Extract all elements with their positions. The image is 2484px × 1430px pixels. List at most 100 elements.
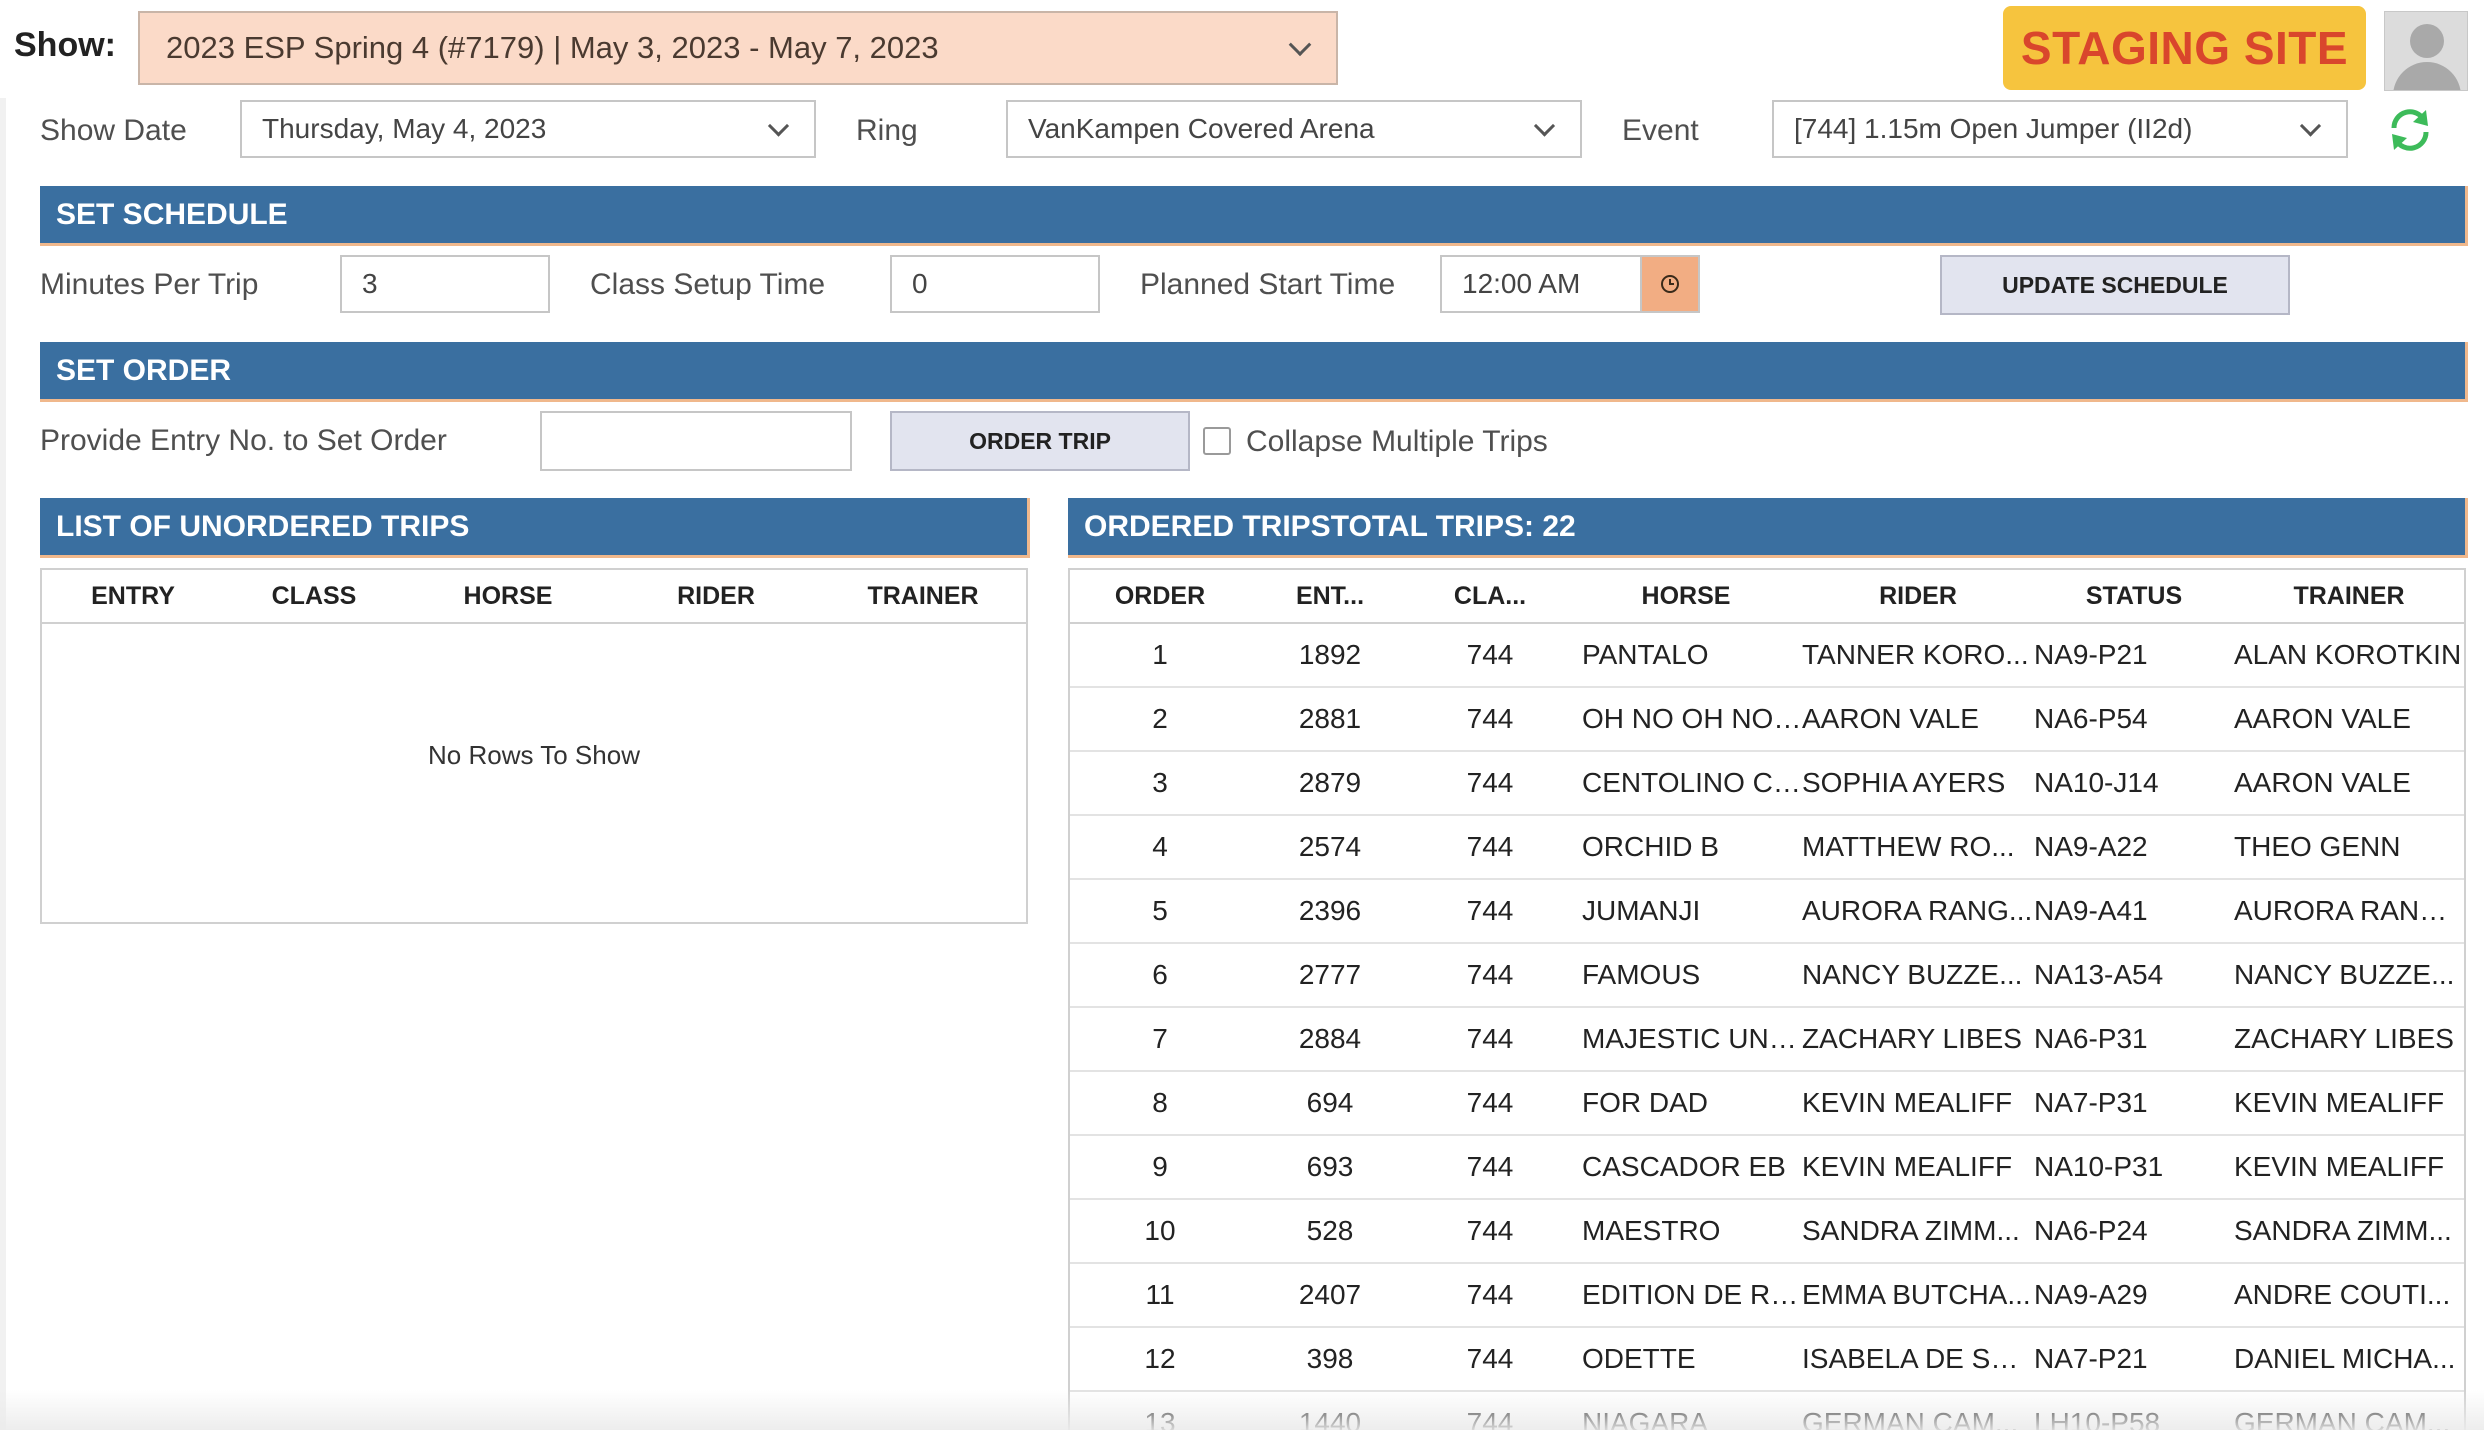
cell-class: 744 — [1466, 1215, 1514, 1246]
cell-rider: MATTHEW RO... — [1802, 831, 2015, 862]
cell-rider: NANCY BUZZE... — [1802, 959, 2023, 990]
staging-badge: STAGING SITE — [2003, 6, 2366, 90]
table-row[interactable]: 5 2396 744 JUMANJI AURORA RANG... NA9-A41 AURO… — [1070, 880, 2464, 944]
cell-order: 4 — [1152, 831, 1168, 862]
clock-button[interactable] — [1640, 255, 1700, 313]
table-row[interactable]: 6 2777 744 FAMOUS NANCY BUZZE... NA13-A54 NANC… — [1070, 944, 2464, 1008]
col-rider[interactable]: RIDER — [612, 582, 820, 611]
cell-order: 1 — [1152, 639, 1168, 670]
cell-horse: PANTALO — [1582, 639, 1709, 670]
cell-rider: KEVIN MEALIFF — [1802, 1087, 2013, 1118]
collapse-multiple-trips-checkbox[interactable] — [1203, 427, 1231, 455]
cell-status: NA9-P21 — [2034, 639, 2148, 670]
col-status[interactable]: STATUS — [2034, 582, 2234, 611]
cell-horse: JUMANJI — [1582, 895, 1701, 926]
cell-status: NA9-A22 — [2034, 831, 2148, 862]
no-rows-message: No Rows To Show — [428, 740, 640, 770]
cell-trainer: ZACHARY LIBES — [2234, 1023, 2454, 1054]
col-entry[interactable]: ENTRY — [42, 582, 224, 611]
ring-label: Ring — [856, 114, 918, 147]
cell-order: 7 — [1152, 1023, 1168, 1054]
cell-trainer: ANDRE COUTI... — [2234, 1279, 2451, 1310]
unordered-trips-grid: ENTRY CLASS HORSE RIDER TRAINER No Rows … — [40, 568, 1028, 924]
cell-status: NA6-P54 — [2034, 703, 2148, 734]
cell-trainer: AARON VALE — [2234, 767, 2411, 798]
cell-horse: CASCADOR EB — [1582, 1151, 1786, 1182]
event-label: Event — [1622, 114, 1699, 147]
cell-order: 2 — [1152, 703, 1168, 734]
cell-horse: ODETTE — [1582, 1343, 1696, 1374]
user-icon-body — [2393, 62, 2461, 90]
cell-trainer: KEVIN MEALIFF — [2234, 1151, 2445, 1182]
cell-rider: SANDRA ZIMM... — [1802, 1215, 2020, 1246]
show-date-select[interactable]: Thursday, May 4, 2023 — [240, 100, 816, 158]
cell-rider: TANNER KORO... — [1802, 639, 2029, 670]
cell-rider: AARON VALE — [1802, 703, 1979, 734]
planned-start-time-input[interactable]: 12:00 AM — [1440, 255, 1642, 313]
class-setup-time-input[interactable]: 0 — [890, 255, 1100, 313]
ring-value: VanKampen Covered Arena — [1028, 113, 1375, 144]
cell-entry: 398 — [1306, 1343, 1354, 1374]
cell-rider: ZACHARY LIBES — [1802, 1023, 2022, 1054]
table-row[interactable]: 3 2879 744 CENTOLINO CL... SOPHIA AYERS NA10-… — [1070, 752, 2464, 816]
order-trip-button[interactable]: ORDER TRIP — [890, 411, 1190, 471]
show-select[interactable]: 2023 ESP Spring 4 (#7179) | May 3, 2023 … — [138, 11, 1338, 85]
cell-status: NA7-P31 — [2034, 1087, 2148, 1118]
col-entry[interactable]: ENT... — [1250, 582, 1410, 611]
unordered-trips-header: LIST OF UNORDERED TRIPS — [40, 498, 1030, 558]
table-row[interactable]: 1 1892 744 PANTALO TANNER KORO... NA9-P21 ALAN… — [1070, 624, 2464, 688]
col-rider[interactable]: RIDER — [1802, 582, 2034, 611]
table-row[interactable]: 11 2407 744 EDITION DE RIV... EMMA BUTCHA...… — [1070, 1264, 2464, 1328]
cell-horse: FAMOUS — [1582, 959, 1701, 990]
table-row[interactable]: 7 2884 744 MAJESTIC UNO... ZACHARY LIBES NA6-… — [1070, 1008, 2464, 1072]
cell-entry: 2881 — [1298, 703, 1362, 734]
ordered-trips-grid: ORDER ENT... CLA... HORSE RIDER STATUS T… — [1068, 568, 2466, 1430]
clock-icon — [1661, 275, 1679, 293]
cell-class: 744 — [1466, 959, 1514, 990]
minutes-per-trip-value: 3 — [362, 268, 378, 299]
cell-status: NA9-A29 — [2034, 1279, 2148, 1310]
cell-class: 744 — [1466, 1279, 1514, 1310]
planned-start-time-value: 12:00 AM — [1462, 268, 1581, 299]
table-row[interactable]: 2 2881 744 OH NO OH NO ... AARON VALE NA6-P54… — [1070, 688, 2464, 752]
entry-no-input[interactable] — [540, 411, 852, 471]
user-icon-head — [2410, 24, 2444, 58]
cell-trainer: ALAN KOROTKIN — [2234, 639, 2462, 670]
ring-select[interactable]: VanKampen Covered Arena — [1006, 100, 1582, 158]
cell-horse: MAESTRO — [1582, 1215, 1721, 1246]
col-order[interactable]: ORDER — [1070, 582, 1250, 611]
set-order-header: SET ORDER — [40, 342, 2468, 402]
cell-entry: 2777 — [1298, 959, 1362, 990]
left-gutter — [0, 98, 6, 1430]
cell-rider: KEVIN MEALIFF — [1802, 1151, 2013, 1182]
cell-order: 3 — [1152, 767, 1168, 798]
table-row[interactable]: 4 2574 744 ORCHID B MATTHEW RO... NA9-A22 THEO… — [1070, 816, 2464, 880]
col-trainer[interactable]: TRAINER — [2234, 582, 2464, 611]
cell-trainer: SANDRA ZIMM... — [2234, 1215, 2452, 1246]
col-class[interactable]: CLA... — [1410, 582, 1570, 611]
table-row[interactable]: 9 693 744 CASCADOR EB KEVIN MEALIFF NA10-P31 K… — [1070, 1136, 2464, 1200]
cell-trainer: AARON VALE — [2234, 703, 2411, 734]
cell-class: 744 — [1466, 1023, 1514, 1054]
cell-order: 10 — [1144, 1215, 1176, 1246]
cell-class: 744 — [1466, 639, 1514, 670]
show-label: Show: — [14, 26, 116, 64]
col-class[interactable]: CLASS — [224, 582, 404, 611]
col-trainer[interactable]: TRAINER — [820, 582, 1026, 611]
cell-entry: 2396 — [1298, 895, 1362, 926]
update-schedule-button[interactable]: UPDATE SCHEDULE — [1940, 255, 2290, 315]
col-horse[interactable]: HORSE — [1570, 582, 1802, 611]
refresh-icon[interactable] — [2386, 106, 2434, 154]
ordered-trips-header: ORDERED TRIPSTOTAL TRIPS: 22 — [1068, 498, 2468, 558]
col-horse[interactable]: HORSE — [404, 582, 612, 611]
minutes-per-trip-input[interactable]: 3 — [340, 255, 550, 313]
cell-class: 744 — [1466, 831, 1514, 862]
cell-horse: EDITION DE RIV... — [1582, 1279, 1802, 1310]
table-row[interactable]: 12 398 744 ODETTE ISABELA DE SO... NA7-P21 DAN… — [1070, 1328, 2464, 1392]
cell-order: 5 — [1152, 895, 1168, 926]
event-select[interactable]: [744] 1.15m Open Jumper (II2d) — [1772, 100, 2348, 158]
cell-status: NA10-P31 — [2034, 1151, 2164, 1182]
table-row[interactable]: 8 694 744 FOR DAD KEVIN MEALIFF NA7-P31 KEVIN … — [1070, 1072, 2464, 1136]
table-row[interactable]: 10 528 744 MAESTRO SANDRA ZIMM... NA6-P24 SAND… — [1070, 1200, 2464, 1264]
avatar[interactable] — [2384, 11, 2468, 91]
